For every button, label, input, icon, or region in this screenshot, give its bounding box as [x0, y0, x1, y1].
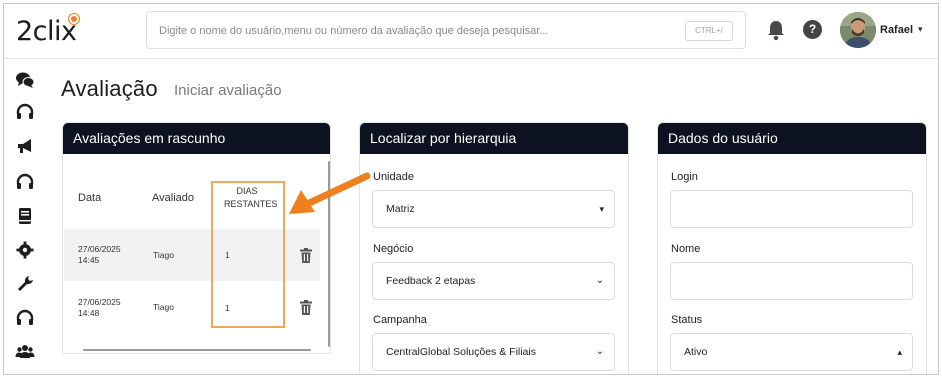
- row-evaluated: Tiago: [153, 302, 174, 312]
- row-date-day: 27/06/2025: [78, 244, 121, 254]
- chevron-down-icon: ⌄: [595, 346, 604, 357]
- trash-icon[interactable]: [300, 300, 312, 315]
- book-icon[interactable]: [15, 206, 35, 226]
- row-date-time: 14:48: [78, 308, 100, 318]
- avatar[interactable]: [840, 12, 876, 48]
- card-header: Dados do usuário: [658, 123, 926, 154]
- search-bar[interactable]: CTRL+/: [146, 11, 746, 49]
- name-label: Nome: [671, 243, 701, 255]
- row-date-time: 14:45: [78, 255, 100, 265]
- page-title: Avaliação: [61, 76, 158, 101]
- logo-dot-icon: [69, 14, 79, 24]
- chat-icon[interactable]: [15, 70, 35, 90]
- users-icon[interactable]: [15, 342, 35, 362]
- headset-icon[interactable]: [15, 102, 35, 122]
- status-select-value: Ativo: [684, 346, 708, 358]
- gear-icon[interactable]: [15, 240, 35, 260]
- headset-icon[interactable]: [15, 172, 35, 192]
- headset-icon[interactable]: [15, 308, 35, 328]
- megaphone-icon[interactable]: [15, 136, 35, 156]
- user-name: Rafael: [880, 24, 914, 36]
- unit-select-value: Matriz: [386, 203, 415, 215]
- chevron-down-icon[interactable]: ▾: [918, 24, 923, 35]
- campaign-select-value: CentralGlobal Soluções & Filiais: [386, 346, 536, 358]
- trash-icon[interactable]: [300, 248, 312, 263]
- caret-down-icon: ▾: [599, 204, 604, 214]
- search-shortcut-hint: CTRL+/: [685, 21, 733, 41]
- login-field[interactable]: [670, 190, 913, 228]
- sidebar: [4, 60, 48, 374]
- status-select[interactable]: Ativo ▴: [670, 333, 913, 371]
- unit-select[interactable]: Matriz ▾: [372, 190, 615, 228]
- caret-up-icon: ▴: [897, 347, 902, 357]
- row-evaluated: Tiago: [153, 250, 174, 260]
- days-left-highlight: [211, 181, 285, 328]
- campaign-label: Campanha: [373, 314, 427, 326]
- bell-icon[interactable]: [766, 19, 786, 41]
- user-data-card: Dados do usuário Login Nome Status Ativo…: [657, 122, 927, 374]
- page-subtitle: Iniciar avaliação: [174, 82, 282, 99]
- unit-label: Unidade: [373, 171, 414, 183]
- logo-text: 2clix: [16, 16, 77, 47]
- login-label: Login: [671, 171, 698, 183]
- draft-evaluations-card: Avaliações em rascunho Data Avaliado DIA…: [62, 122, 331, 354]
- campaign-select[interactable]: CentralGlobal Soluções & Filiais ⌄: [372, 333, 615, 371]
- column-header-evaluated: Avaliado: [152, 192, 194, 204]
- horizontal-scrollbar[interactable]: [83, 349, 311, 351]
- chevron-down-icon: ⌄: [595, 275, 604, 286]
- business-label: Negócio: [373, 243, 414, 255]
- row-date: 27/06/2025 14:45: [78, 244, 121, 266]
- wrench-icon[interactable]: [15, 274, 35, 294]
- top-bar: 2clix CTRL+/ ? Rafael: [4, 4, 938, 59]
- card-header: Localizar por hierarquia: [360, 123, 628, 154]
- app-window: 2clix CTRL+/ ? Rafael: [3, 3, 939, 375]
- hierarchy-card: Localizar por hierarquia Unidade Matriz …: [359, 122, 629, 374]
- column-header-date: Data: [78, 192, 102, 204]
- help-icon[interactable]: ?: [803, 20, 822, 39]
- business-select-value: Feedback 2 etapas: [386, 275, 476, 287]
- status-label: Status: [671, 314, 703, 326]
- user-menu[interactable]: Rafael ▾: [840, 12, 935, 50]
- business-select[interactable]: Feedback 2 etapas ⌄: [372, 262, 615, 300]
- name-field[interactable]: [670, 262, 913, 300]
- row-date-day: 27/06/2025: [78, 297, 121, 307]
- row-date: 27/06/2025 14:48: [78, 297, 121, 319]
- search-input[interactable]: [159, 21, 679, 41]
- app-logo[interactable]: 2clix: [16, 14, 79, 48]
- annotation-arrow-icon: [289, 172, 371, 214]
- card-header: Avaliações em rascunho: [63, 123, 330, 154]
